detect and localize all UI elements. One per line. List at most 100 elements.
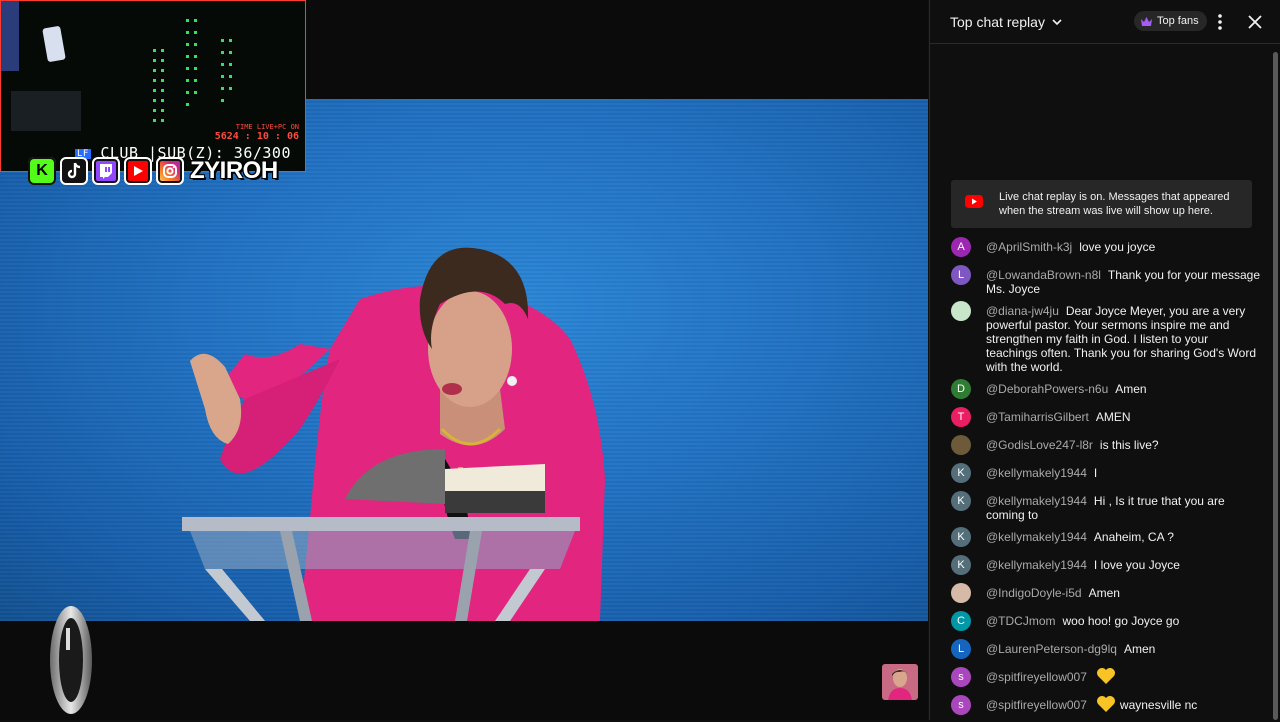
close-icon[interactable] xyxy=(1245,12,1265,32)
chat-message[interactable]: K @kellymakely1944 Anaheim, CA ? xyxy=(951,526,1261,554)
replay-info-banner: Live chat replay is on. Messages that ap… xyxy=(951,180,1252,228)
chat-message[interactable]: L @LaurenPeterson-dg9lq Amen xyxy=(951,638,1261,666)
message-body: @IndigoDoyle-i5d Amen xyxy=(986,582,1120,600)
chat-message[interactable]: s @spitfireyellow007 xyxy=(951,666,1261,694)
tiktok-icon xyxy=(60,157,88,185)
avatar[interactable]: T xyxy=(951,407,971,427)
author-name[interactable]: @diana-jw4ju xyxy=(986,304,1059,318)
avatar[interactable]: D xyxy=(951,379,971,399)
chat-message[interactable]: K @kellymakely1944 I love you Joyce xyxy=(951,554,1261,582)
message-body: @DeborahPowers-n6u Amen xyxy=(986,378,1147,396)
message-text: I love you Joyce xyxy=(1093,558,1180,572)
avatar[interactable] xyxy=(951,301,971,321)
author-name[interactable]: @spitfireyellow007 xyxy=(986,670,1087,684)
message-body: @LaurenPeterson-dg9lq Amen xyxy=(986,638,1155,656)
chat-message[interactable]: T @TamiharrisGilbert AMEN xyxy=(951,406,1261,434)
uptime-value: 5624 : 10 : 06 xyxy=(214,131,299,142)
message-body: @kellymakely1944 Anaheim, CA ? xyxy=(986,526,1174,544)
avatar[interactable]: K xyxy=(951,491,971,511)
message-text: love you joyce xyxy=(1079,240,1156,254)
crown-icon xyxy=(1141,16,1152,26)
message-body: @kellymakely1944 Hi , Is it true that you… xyxy=(986,490,1261,522)
banner-text: Live chat replay is on. Messages that ap… xyxy=(999,191,1230,217)
author-name[interactable]: @kellymakely1944 xyxy=(986,494,1087,508)
avatar[interactable]: L xyxy=(951,639,971,659)
chat-message[interactable]: A @AprilSmith-k3j love you joyce xyxy=(951,236,1261,264)
message-text: Anaheim, CA ? xyxy=(1093,530,1174,544)
yellow-heart-icon xyxy=(1096,668,1115,685)
message-text: AMEN xyxy=(1095,410,1131,424)
message-text: I xyxy=(1093,466,1098,480)
room-shadows xyxy=(1,1,81,131)
message-text: Amen xyxy=(1123,642,1156,656)
message-body: @TamiharrisGilbert AMEN xyxy=(986,406,1131,424)
avatar[interactable]: K xyxy=(951,527,971,547)
chat-message-list: A @AprilSmith-k3j love you joyce L @LowandaB… xyxy=(951,236,1261,722)
uptime-counter: TIME LIVE+PC ON 5624 : 10 : 06 xyxy=(214,123,299,142)
message-body: @kellymakely1944 I xyxy=(986,462,1097,480)
kick-icon: K xyxy=(28,157,56,185)
chat-header: Top chat replay Top fans xyxy=(930,0,1280,44)
avatar[interactable]: L xyxy=(951,265,971,285)
chat-message[interactable]: K @kellymakely1944 Hi , Is it true that yo… xyxy=(951,490,1261,526)
author-name[interactable]: @DeborahPowers-n6u xyxy=(986,382,1108,396)
avatar[interactable] xyxy=(951,583,971,603)
chat-message[interactable]: C @TDCJmom woo hoo! go Joyce go xyxy=(951,610,1261,638)
instagram-icon xyxy=(156,157,184,185)
chat-message[interactable]: D @DeborahPowers-n6u Amen xyxy=(951,378,1261,406)
author-name[interactable]: @IndigoDoyle-i5d xyxy=(986,586,1082,600)
message-text: woo hoo! go Joyce go xyxy=(1062,614,1180,628)
streamer-avatar-thumbnail xyxy=(882,664,918,700)
avatar[interactable]: s xyxy=(951,695,971,715)
message-body: @LowandaBrown-n8l Thank you for your mess… xyxy=(986,264,1261,296)
author-name[interactable]: @spitfireyellow007 xyxy=(986,698,1087,712)
chat-message[interactable]: @IndigoDoyle-i5d Amen xyxy=(951,582,1261,610)
city-lights xyxy=(153,19,232,122)
avatar[interactable] xyxy=(951,435,971,455)
avatar[interactable]: A xyxy=(951,237,971,257)
avatar[interactable]: C xyxy=(951,611,971,631)
author-name[interactable]: @kellymakely1944 xyxy=(986,558,1087,572)
author-name[interactable]: @GodisLove247-l8r xyxy=(986,438,1093,452)
chat-message[interactable]: L @LowandaBrown-n8l Thank you for your mes… xyxy=(951,264,1261,300)
chat-message[interactable]: K @kellymakely1944 I xyxy=(951,462,1261,490)
author-name[interactable]: @kellymakely1944 xyxy=(986,530,1087,544)
author-name[interactable]: @TDCJmom xyxy=(986,614,1056,628)
chat-message[interactable]: @diana-jw4ju Dear Joyce Meyer, you are a … xyxy=(951,300,1261,378)
author-name[interactable]: @kellymakely1944 xyxy=(986,466,1087,480)
social-bar: K ZYIROH xyxy=(28,156,278,186)
chat-message[interactable]: @GodisLove247-l8r is this live? xyxy=(951,434,1261,462)
message-body: @TDCJmom woo hoo! go Joyce go xyxy=(986,610,1179,628)
more-options-icon[interactable] xyxy=(1210,12,1230,32)
avatar[interactable]: K xyxy=(951,555,971,575)
message-body: @GodisLove247-l8r is this live? xyxy=(986,434,1159,452)
avatar[interactable]: K xyxy=(951,463,971,483)
message-body: @spitfireyellow007 waynesville nc xyxy=(986,694,1197,713)
chat-mode-dropdown[interactable]: Top chat replay xyxy=(950,14,1063,30)
webcam-overlay: TIME LIVE+PC ON 5624 : 10 : 06 LF CLUB |… xyxy=(0,0,306,172)
chat-message[interactable]: s @spitfireyellow007 waynesville nc xyxy=(951,694,1261,722)
message-body: @kellymakely1944 I love you Joyce xyxy=(986,554,1180,572)
message-body: @AprilSmith-k3j love you joyce xyxy=(986,236,1155,254)
author-name[interactable]: @AprilSmith-k3j xyxy=(986,240,1072,254)
video-player[interactable]: TIME LIVE+PC ON 5624 : 10 : 06 LF CLUB |… xyxy=(0,0,928,720)
top-fans-label: Top fans xyxy=(1157,15,1199,27)
avatar[interactable]: s xyxy=(951,667,971,687)
top-fans-button[interactable]: Top fans xyxy=(1134,11,1207,31)
chat-mode-label: Top chat replay xyxy=(950,13,1045,30)
message-text: waynesville nc xyxy=(1119,698,1198,712)
author-name[interactable]: @TamiharrisGilbert xyxy=(986,410,1089,424)
message-body: @spitfireyellow007 xyxy=(986,666,1120,685)
youtube-icon xyxy=(124,157,152,185)
youtube-icon xyxy=(965,195,983,208)
author-name[interactable]: @LowandaBrown-n8l xyxy=(986,268,1101,282)
live-chat-panel: Top chat replay Top fans Live chat repla… xyxy=(929,0,1280,720)
message-text: Amen xyxy=(1115,382,1147,396)
message-text: is this live? xyxy=(1099,438,1159,452)
message-text: Amen xyxy=(1088,586,1120,600)
chevron-down-icon xyxy=(1052,18,1062,25)
message-body: @diana-jw4ju Dear Joyce Meyer, you are a … xyxy=(986,300,1261,374)
ring-logo xyxy=(50,606,92,714)
author-name[interactable]: @LaurenPeterson-dg9lq xyxy=(986,642,1117,656)
chat-scrollbar[interactable] xyxy=(1273,52,1278,720)
